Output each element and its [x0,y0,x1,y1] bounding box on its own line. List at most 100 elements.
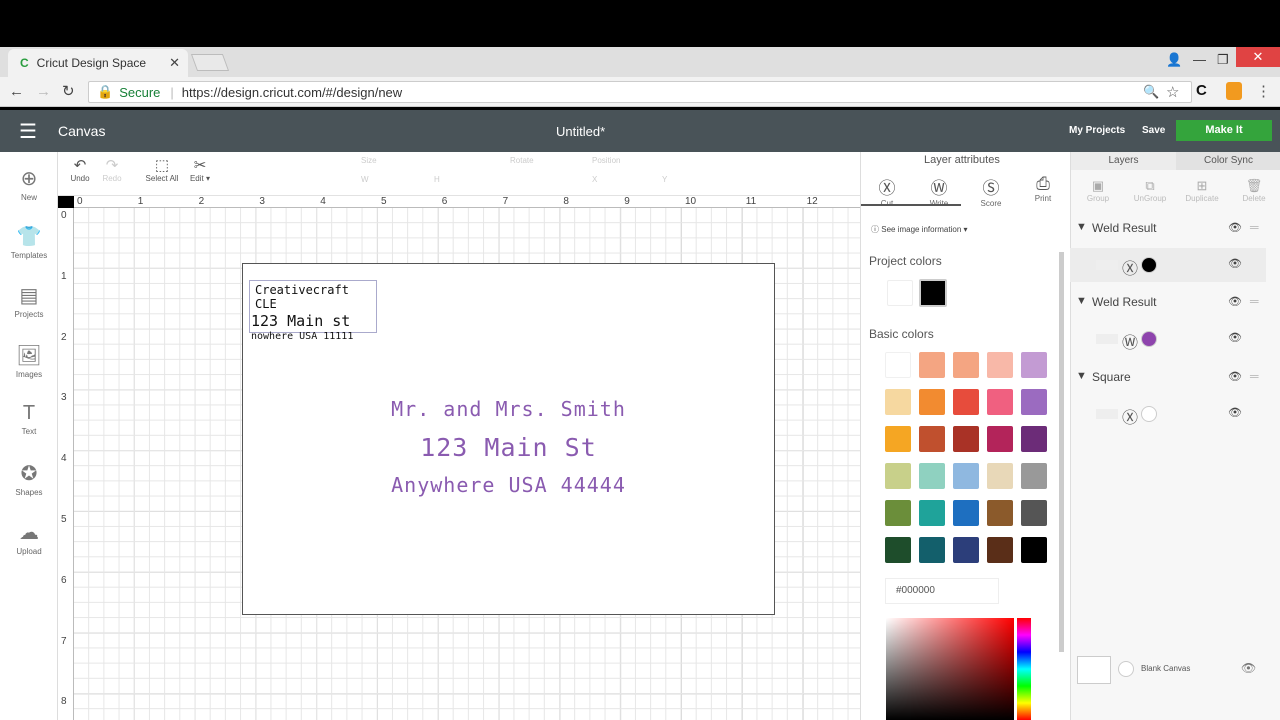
drag-handle-icon[interactable]: ═ [1250,294,1259,308]
cut-type-icon[interactable]: Ⓦ [1122,329,1138,353]
basic-color-swatch[interactable] [1021,463,1047,489]
basic-color-swatch[interactable] [987,537,1013,563]
layer-item[interactable]: Ⓧ 👁 [1070,248,1266,282]
basic-color-swatch[interactable] [885,537,911,563]
basic-color-swatch[interactable] [1021,500,1047,526]
basic-color-swatch[interactable] [987,426,1013,452]
delete-button[interactable]: 🗑 Delete [1237,178,1271,203]
tool-write[interactable]: ⓌWrite [927,174,951,208]
basic-color-swatch[interactable] [919,352,945,378]
tab-color-sync[interactable]: Color Sync [1176,152,1280,170]
address-line-3[interactable]: Anywhere USA 44444 [242,473,815,497]
layer-color-dot[interactable] [1141,331,1157,347]
tab-layers[interactable]: Layers [1071,152,1176,170]
basic-color-swatch[interactable] [953,500,979,526]
menu-kebab-icon[interactable]: ⋮ [1256,82,1271,100]
nav-upload[interactable]: ☁ Upload [0,520,58,556]
visibility-eye-icon[interactable]: 👁 [1228,257,1242,270]
undo-button[interactable]: ↶ Undo [68,156,92,183]
color-picker-gradient[interactable] [886,618,1014,720]
profile-icon[interactable]: 👤 [1166,52,1182,68]
basic-color-swatch[interactable] [919,500,945,526]
y-field-label[interactable]: Y [662,175,667,184]
nav-templates[interactable]: 👕 Templates [0,224,58,260]
panel-scrollbar[interactable] [1059,252,1064,652]
project-color-black[interactable] [919,279,947,307]
restore-icon[interactable]: ❐ [1217,52,1229,68]
reload-icon[interactable]: ↻ [62,82,75,100]
basic-color-swatch[interactable] [919,389,945,415]
width-field-label[interactable]: W [361,175,369,184]
save-button[interactable]: Save [1142,125,1165,136]
tool-score[interactable]: Ⓢ Score [979,174,1003,208]
cut-type-icon[interactable]: Ⓧ [1122,255,1138,279]
drag-handle-icon[interactable]: ═ [1250,220,1259,234]
basic-color-swatch[interactable] [1021,426,1047,452]
visibility-eye-icon[interactable]: 👁 [1228,370,1242,383]
basic-color-swatch[interactable] [987,389,1013,415]
return-address[interactable]: Creativecraft CLE 123 Main st nowhere US… [249,280,377,342]
layer-group-header[interactable]: ▼ Square 👁 ═ [1070,369,1266,387]
basic-color-swatch[interactable] [953,463,979,489]
close-window-icon[interactable]: ✕ [1236,47,1280,67]
hamburger-icon[interactable]: ☰ [19,119,37,144]
edit-menu-button[interactable]: ✂ Edit ▾ [186,156,214,183]
address-line-2[interactable]: 123 Main St [242,433,815,462]
cut-type-icon[interactable]: Ⓧ [1122,404,1138,428]
basic-color-swatch[interactable] [987,500,1013,526]
visibility-eye-icon[interactable]: 👁 [1228,406,1242,419]
tool-print[interactable]: ⎙ Print [1031,174,1055,203]
basic-color-swatch[interactable] [987,463,1013,489]
hide-canvas-icon[interactable]: 👁 [1241,661,1256,675]
group-button[interactable]: ▣ Group [1081,178,1115,203]
basic-color-swatch[interactable] [885,389,911,415]
address-line-1[interactable]: Mr. and Mrs. Smith [242,397,815,421]
hue-slider[interactable] [1017,618,1031,720]
url-field[interactable]: 🔒 Secure | https://design.cricut.com/#/d… [88,81,1192,103]
drag-handle-icon[interactable]: ═ [1250,369,1259,383]
height-field-label[interactable]: H [434,175,440,184]
basic-color-swatch[interactable] [953,537,979,563]
basic-color-swatch[interactable] [919,463,945,489]
image-info-toggle[interactable]: ⓘ See image information ▾ [871,224,968,235]
x-field-label[interactable]: X [592,175,597,184]
collapse-caret-icon[interactable]: ▼ [1076,295,1087,307]
basic-color-swatch[interactable] [885,426,911,452]
hex-color-input[interactable]: #000000 [885,578,999,604]
collapse-caret-icon[interactable]: ▼ [1076,370,1087,382]
basic-color-swatch[interactable] [953,389,979,415]
layer-group-header[interactable]: ▼ Weld Result 👁 ═ [1070,220,1266,238]
nav-projects[interactable]: ▤ Projects [0,283,58,319]
basic-color-swatch[interactable] [885,463,911,489]
ungroup-button[interactable]: ⧉ UnGroup [1133,178,1167,203]
visibility-eye-icon[interactable]: 👁 [1228,221,1242,234]
basic-color-swatch[interactable] [1021,352,1047,378]
basic-color-swatch[interactable] [1021,389,1047,415]
make-it-button[interactable]: Make It [1176,120,1272,141]
layer-item[interactable]: Ⓦ 👁 [1070,322,1266,356]
project-color-white[interactable] [887,280,913,306]
layer-item[interactable]: Ⓧ 👁 [1070,397,1266,431]
nav-new[interactable]: ⊕ New [0,166,58,202]
basic-color-swatch[interactable] [1021,537,1047,563]
basic-color-swatch[interactable] [885,500,911,526]
layer-color-dot[interactable] [1141,257,1157,273]
blank-canvas-swatch[interactable] [1077,656,1111,684]
basic-color-swatch[interactable] [919,426,945,452]
visibility-eye-icon[interactable]: 👁 [1228,295,1242,308]
star-icon[interactable]: ☆ [1166,83,1179,101]
minimize-icon[interactable]: — [1193,52,1206,67]
search-icon[interactable]: 🔍 [1143,84,1159,100]
forward-icon[interactable]: → [36,83,51,100]
basic-color-swatch[interactable] [953,352,979,378]
extension-badge-icon[interactable] [1226,82,1242,100]
my-projects-button[interactable]: My Projects [1069,125,1125,136]
nav-shapes[interactable]: ✪ Shapes [0,461,58,497]
basic-color-swatch[interactable] [885,352,911,378]
browser-tab[interactable]: C Cricut Design Space ✕ [8,49,188,77]
select-all-button[interactable]: ⬚ Select All [142,156,182,183]
collapse-caret-icon[interactable]: ▼ [1076,221,1087,233]
back-icon[interactable]: ← [9,83,24,100]
basic-color-swatch[interactable] [987,352,1013,378]
basic-color-swatch[interactable] [953,426,979,452]
